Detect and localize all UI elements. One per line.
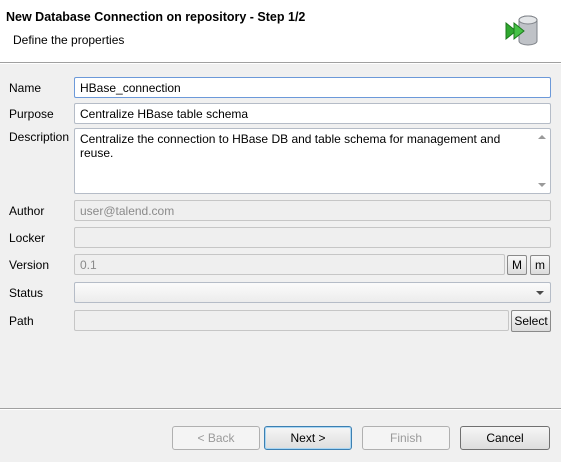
version-label: Version bbox=[9, 258, 50, 272]
scroll-up-arrow-icon[interactable] bbox=[538, 135, 546, 139]
version-major-button[interactable]: M bbox=[507, 255, 527, 275]
wizard-subtitle: Define the properties bbox=[13, 33, 125, 47]
path-label: Path bbox=[9, 314, 34, 328]
description-label: Description bbox=[9, 130, 70, 144]
purpose-input[interactable]: Centralize HBase table schema bbox=[74, 103, 551, 124]
description-text: Centralize the connection to HBase DB an… bbox=[80, 132, 501, 160]
name-label: Name bbox=[9, 81, 42, 95]
cancel-button[interactable]: Cancel bbox=[460, 426, 550, 450]
purpose-label: Purpose bbox=[9, 107, 54, 121]
path-select-button[interactable]: Select bbox=[511, 310, 551, 332]
locker-input bbox=[74, 227, 551, 248]
author-input: user@talend.com bbox=[74, 200, 551, 221]
header-divider-highlight bbox=[0, 63, 561, 64]
next-button[interactable]: Next > bbox=[264, 426, 352, 450]
scroll-down-arrow-icon[interactable] bbox=[538, 183, 546, 187]
wizard-header: New Database Connection on repository - … bbox=[0, 0, 561, 62]
description-scrollbar[interactable] bbox=[534, 130, 549, 192]
wizard-title: New Database Connection on repository - … bbox=[6, 10, 306, 24]
back-button[interactable]: < Back bbox=[172, 426, 260, 450]
status-label: Status bbox=[9, 286, 44, 300]
locker-label: Locker bbox=[9, 231, 46, 245]
version-minor-button[interactable]: m bbox=[530, 255, 550, 275]
version-input: 0.1 bbox=[74, 254, 505, 275]
footer-divider-highlight bbox=[0, 409, 561, 410]
finish-button[interactable]: Finish bbox=[362, 426, 450, 450]
path-input bbox=[74, 310, 509, 331]
description-textarea[interactable]: Centralize the connection to HBase DB an… bbox=[74, 128, 551, 194]
database-connection-wizard-icon bbox=[505, 15, 538, 46]
author-label: Author bbox=[9, 204, 45, 218]
name-input[interactable]: HBase_connection bbox=[74, 77, 551, 98]
dropdown-arrow-icon[interactable] bbox=[533, 285, 547, 300]
status-select[interactable] bbox=[74, 282, 551, 303]
